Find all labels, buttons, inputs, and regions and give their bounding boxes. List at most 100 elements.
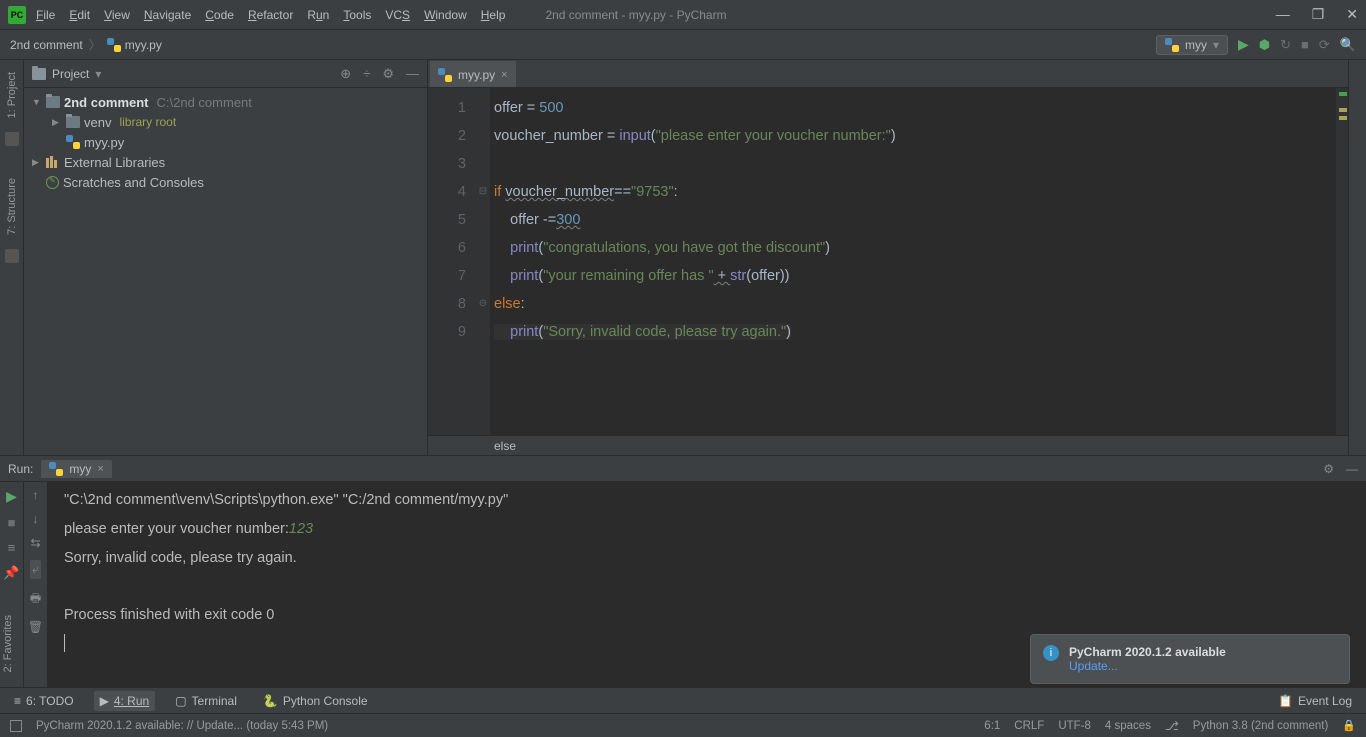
tree-venv[interactable]: ▶ venv library root — [24, 112, 427, 132]
chevron-down-icon[interactable]: ▾ — [95, 67, 101, 81]
run-config-name: myy — [1185, 38, 1207, 52]
info-icon: i — [1043, 645, 1059, 661]
readonly-toggle[interactable] — [1342, 719, 1356, 732]
indent-status[interactable]: 4 spaces — [1105, 720, 1151, 732]
editor-tab-myy[interactable]: myy.py × — [430, 61, 516, 87]
tree-hint: library root — [119, 115, 176, 129]
stop-button[interactable]: ■ — [1301, 37, 1309, 52]
run-button[interactable]: ▶ — [1238, 36, 1249, 53]
soft-wrap-button[interactable]: ⤶ — [30, 560, 41, 579]
tree-label: myy.py — [84, 135, 124, 150]
tab-todo[interactable]: ≡ 6: TODO — [8, 691, 80, 711]
error-stripe[interactable] — [1336, 88, 1348, 435]
tree-file-myy[interactable]: myy.py — [24, 132, 427, 152]
close-tab-button[interactable]: × — [501, 69, 507, 81]
breadcrumb-root[interactable]: 2nd comment — [10, 38, 83, 52]
tab-structure[interactable]: 7: Structure — [4, 172, 20, 241]
pin-button[interactable]: 📌 — [3, 565, 19, 581]
folder-icon — [46, 96, 60, 108]
run-tab-myy[interactable]: myy × — [41, 460, 111, 478]
minimize-button[interactable]: — — [1276, 6, 1290, 23]
tree-path: C:\2nd comment — [157, 95, 252, 110]
tree-external-libraries[interactable]: ▶ External Libraries — [24, 152, 427, 172]
maximize-button[interactable]: ❐ — [1312, 6, 1325, 23]
debug-button[interactable]: ⬢ — [1259, 37, 1270, 53]
gear-icon[interactable]: ⚙ — [1323, 462, 1334, 476]
menu-run[interactable]: Run — [307, 8, 329, 22]
folder-icon — [66, 116, 80, 128]
notification-title: PyCharm 2020.1.2 available — [1069, 645, 1226, 659]
menu-file[interactable]: File — [36, 8, 55, 22]
rerun-button[interactable]: ▶ — [6, 488, 17, 505]
code-content[interactable]: offer = 500 voucher_number = input("plea… — [490, 88, 1336, 435]
search-everywhere-button[interactable]: 🔍 — [1340, 37, 1356, 53]
up-button[interactable]: ↑ — [33, 488, 39, 502]
menu-navigate[interactable]: Navigate — [144, 8, 191, 22]
filter-button[interactable]: ⇆ — [30, 536, 40, 550]
tree-scratches[interactable]: Scratches and Consoles — [24, 172, 427, 192]
expand-icon[interactable]: ▼ — [32, 97, 42, 107]
cursor-position[interactable]: 6:1 — [984, 720, 1000, 732]
menu-vcs[interactable]: VCS — [385, 8, 410, 22]
trash-button[interactable]: 🗑 — [28, 620, 43, 634]
menu-refactor[interactable]: Refactor — [248, 8, 293, 22]
gear-icon[interactable]: ⚙ — [382, 66, 394, 82]
tab-terminal[interactable]: ▢ Terminal — [169, 691, 243, 711]
tab-python-console[interactable]: 🐍 Python Console — [257, 691, 374, 711]
bottom-tool-tabs: ≡ 6: TODO ▶ 4: Run ▢ Terminal 🐍 Python C… — [0, 687, 1366, 713]
menu-window[interactable]: Window — [424, 8, 467, 22]
expand-icon[interactable]: ▶ — [52, 117, 62, 128]
breadcrumb-separator: 〉 — [89, 36, 101, 53]
python-file-icon — [438, 68, 452, 82]
run-config-selector[interactable]: myy ▾ — [1156, 35, 1228, 55]
expand-icon[interactable]: ▶ — [32, 157, 42, 168]
tab-project[interactable]: 1: Project — [4, 66, 20, 124]
status-bar: PyCharm 2020.1.2 available: // Update...… — [0, 713, 1366, 737]
breadcrumb-file-label: myy.py — [125, 38, 162, 52]
editor-body[interactable]: 123456789 ⊟⊖ offer = 500 voucher_number … — [428, 88, 1348, 435]
update-notification[interactable]: i PyCharm 2020.1.2 available Update... — [1030, 634, 1350, 684]
status-message[interactable]: PyCharm 2020.1.2 available: // Update...… — [36, 720, 328, 732]
close-run-tab[interactable]: × — [97, 463, 103, 475]
fold-gutter[interactable]: ⊟⊖ — [476, 88, 490, 435]
git-branch-icon[interactable] — [1165, 719, 1179, 733]
hide-panel-button[interactable]: — — [406, 66, 419, 82]
tab-run[interactable]: ▶ 4: Run — [94, 691, 156, 711]
close-button[interactable]: ✕ — [1346, 6, 1358, 23]
breadcrumb-file[interactable]: myy.py — [107, 38, 162, 52]
window-title: 2nd comment - myy.py - PyCharm — [545, 8, 726, 22]
project-panel-title: Project — [52, 67, 89, 81]
vcs-update-button[interactable]: ⟳ — [1319, 37, 1330, 53]
tree-label: venv — [84, 115, 111, 130]
run-with-coverage-button[interactable]: ↻ — [1280, 37, 1291, 53]
interpreter-status[interactable]: Python 3.8 (2nd comment) — [1193, 720, 1329, 732]
project-tree[interactable]: ▼ 2nd comment C:\2nd comment ▶ venv libr… — [24, 88, 427, 196]
tab-event-log[interactable]: 📋 Event Log — [1272, 691, 1358, 711]
menu-view[interactable]: View — [104, 8, 130, 22]
editor-breadcrumb[interactable]: else — [428, 435, 1348, 455]
menu-help[interactable]: Help — [481, 8, 506, 22]
target-icon[interactable]: ⊕ — [340, 66, 351, 82]
navigation-bar: 2nd comment 〉 myy.py myy ▾ ▶ ⬢ ↻ ■ ⟳ 🔍 — [0, 30, 1366, 60]
line-separator[interactable]: CRLF — [1014, 720, 1044, 732]
file-encoding[interactable]: UTF-8 — [1058, 720, 1091, 732]
tab-favorites[interactable]: 2: Favorites — [0, 609, 16, 678]
split-icon[interactable]: ÷ — [363, 66, 370, 82]
notification-link[interactable]: Update... — [1069, 659, 1226, 673]
run-tab-label: myy — [69, 462, 91, 476]
tree-project-root[interactable]: ▼ 2nd comment C:\2nd comment — [24, 92, 427, 112]
print-button[interactable]: 🖶 — [30, 589, 41, 610]
menu-edit[interactable]: Edit — [69, 8, 90, 22]
stop-button[interactable]: ■ — [8, 515, 16, 530]
status-icon[interactable] — [10, 720, 22, 732]
down-button[interactable]: ↓ — [33, 512, 39, 526]
project-panel-header: Project ▾ ⊕ ÷ ⚙ — — [24, 60, 427, 88]
tree-label: 2nd comment — [64, 95, 149, 110]
tree-label: External Libraries — [64, 155, 165, 170]
library-icon — [46, 156, 60, 168]
menu-code[interactable]: Code — [205, 8, 234, 22]
menu-tools[interactable]: Tools — [343, 8, 371, 22]
layout-button[interactable]: ≡ — [8, 540, 16, 555]
editor: myy.py × 123456789 ⊟⊖ offer = 500 vouche… — [428, 60, 1348, 455]
hide-panel-button[interactable]: — — [1346, 462, 1358, 476]
